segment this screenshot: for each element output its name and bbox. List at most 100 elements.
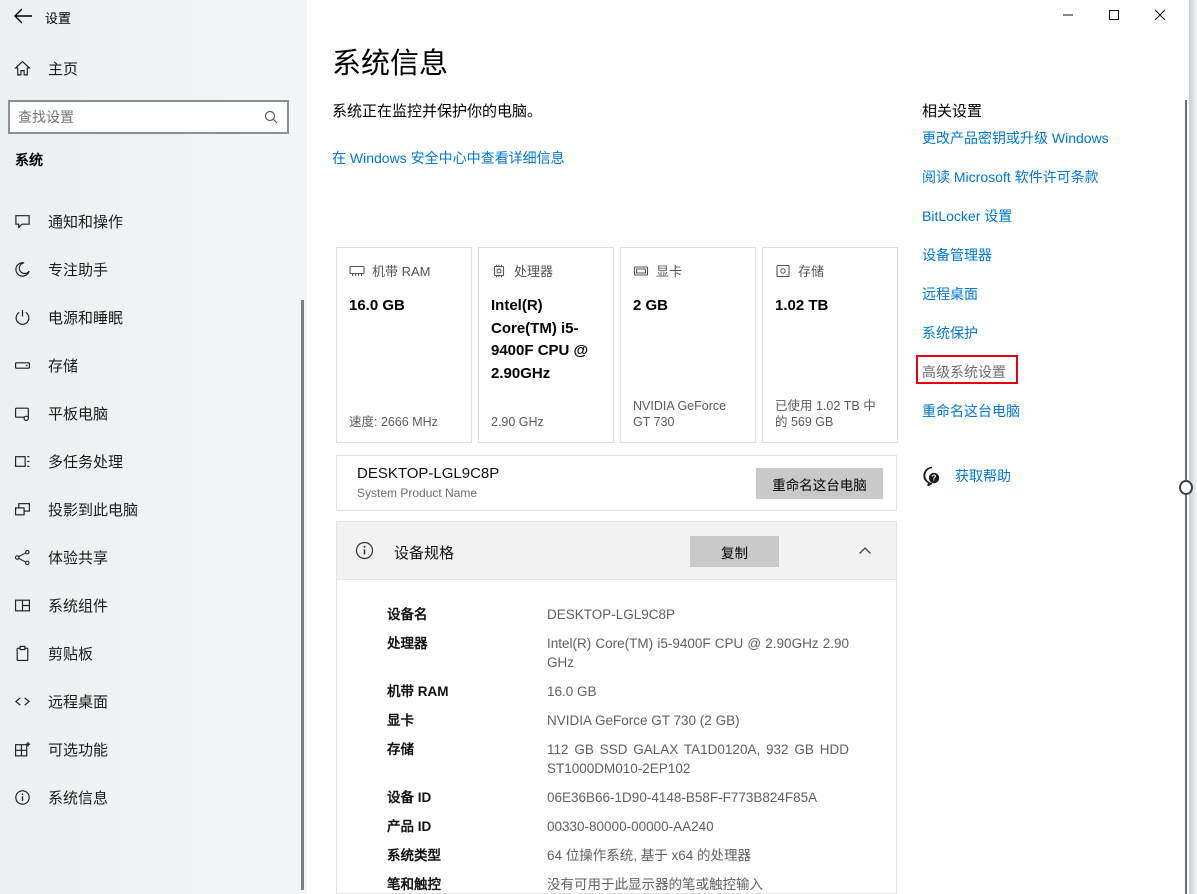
sidebar-item-about[interactable]: 系统信息 xyxy=(0,773,300,821)
get-help-link[interactable]: ? 获取帮助 xyxy=(922,466,1011,486)
settings-window: 设置 主页 系统 通知和操作 xyxy=(0,0,1197,894)
focus-assist-icon xyxy=(14,261,31,278)
link-advanced-system-settings[interactable]: 高级系统设置 xyxy=(922,362,1006,382)
card-gpu: 显卡 2 GB NVIDIA GeForce GT 730 xyxy=(620,247,756,443)
chevron-up-icon[interactable] xyxy=(857,543,873,559)
system-components-icon xyxy=(14,597,31,614)
sidebar-item-label: 剪贴板 xyxy=(48,643,93,664)
card-footer: 速度: 2666 MHz xyxy=(349,414,461,430)
hardware-cards: 机带 RAM 16.0 GB 速度: 2666 MHz 处理器 Intel(R)… xyxy=(336,247,898,443)
sidebar-item-notifications[interactable]: 通知和操作 xyxy=(0,197,300,245)
sidebar-section-title: 系统 xyxy=(15,150,43,170)
sidebar-item-system-components[interactable]: 系统组件 xyxy=(0,581,300,629)
spec-row: 处理器 Intel(R) Core(TM) i5-9400F CPU @ 2.9… xyxy=(387,634,896,672)
svg-text:?: ? xyxy=(932,474,937,483)
sidebar-item-remote-desktop[interactable]: 远程桌面 xyxy=(0,677,300,725)
card-footer: NVIDIA GeForce GT 730 xyxy=(633,398,745,431)
card-footer: 已使用 1.02 TB 中的 569 GB xyxy=(775,398,887,431)
page-subtitle: 系统正在监控并保护你的电脑。 xyxy=(332,100,542,121)
gpu-icon xyxy=(633,264,649,278)
sidebar-item-label: 体验共享 xyxy=(48,547,108,568)
card-storage: 存储 1.02 TB 已使用 1.02 TB 中的 569 GB xyxy=(762,247,898,443)
card-label: 显卡 xyxy=(656,261,682,280)
link-bitlocker-settings[interactable]: BitLocker 设置 xyxy=(922,206,1012,226)
sidebar-item-label: 系统组件 xyxy=(48,595,108,616)
maximize-button[interactable] xyxy=(1091,0,1137,30)
card-value: 2 GB xyxy=(633,295,743,318)
sidebar-item-label: 投影到此电脑 xyxy=(48,499,138,520)
storage-icon xyxy=(14,357,31,374)
sidebar-item-tablet[interactable]: 平板电脑 xyxy=(0,389,300,437)
device-name-panel: DESKTOP-LGL9C8P System Product Name 重命名这… xyxy=(336,455,897,511)
sidebar-item-home[interactable]: 主页 xyxy=(14,58,78,79)
tablet-icon xyxy=(14,405,31,422)
optional-features-icon xyxy=(14,741,31,758)
sidebar-item-label: 电源和睡眠 xyxy=(48,307,123,328)
projecting-icon xyxy=(14,501,31,518)
sidebar-home-label: 主页 xyxy=(48,58,78,79)
sidebar-nav: 通知和操作 专注助手 电源和睡眠 存储 xyxy=(0,197,300,821)
close-button[interactable] xyxy=(1137,0,1183,30)
sidebar-scrollbar[interactable] xyxy=(301,300,304,890)
spec-row: 设备 ID 06E36B66-1D90-4148-B58F-F773B824F8… xyxy=(387,788,896,807)
related-settings-title: 相关设置 xyxy=(922,100,982,121)
link-read-license-terms[interactable]: 阅读 Microsoft 软件许可条款 xyxy=(922,167,1099,187)
device-specs-table: 设备名 DESKTOP-LGL9C8P 处理器 Intel(R) Core(TM… xyxy=(337,580,896,894)
disk-icon xyxy=(775,264,791,278)
remote-desktop-icon xyxy=(14,693,31,710)
sidebar-item-multitasking[interactable]: 多任务处理 xyxy=(0,437,300,485)
sidebar-item-label: 可选功能 xyxy=(48,739,108,760)
link-remote-desktop[interactable]: 远程桌面 xyxy=(922,284,978,304)
sidebar-item-focus-assist[interactable]: 专注助手 xyxy=(0,245,300,293)
copy-button[interactable]: 复制 xyxy=(690,536,779,567)
spec-row: 存储 112 GB SSD GALAX TA1D0120A, 932 GB HD… xyxy=(387,740,896,778)
device-name: DESKTOP-LGL9C8P xyxy=(357,465,499,482)
sidebar-item-label: 存储 xyxy=(48,355,78,376)
sidebar-item-label: 平板电脑 xyxy=(48,403,108,424)
app-title: 设置 xyxy=(45,8,71,27)
info-icon xyxy=(355,541,374,560)
home-icon xyxy=(14,60,31,77)
link-change-product-key[interactable]: 更改产品密钥或升级 Windows xyxy=(922,128,1109,148)
search-box xyxy=(8,100,289,134)
card-label: 存储 xyxy=(798,261,824,280)
sidebar-item-projecting[interactable]: 投影到此电脑 xyxy=(0,485,300,533)
sidebar-item-label: 通知和操作 xyxy=(48,211,123,232)
sidebar-item-optional-features[interactable]: 可选功能 xyxy=(0,725,300,773)
help-bubble-icon: ? xyxy=(922,466,942,486)
card-footer: 2.90 GHz xyxy=(491,414,603,430)
power-icon xyxy=(14,309,31,326)
sidebar-item-storage[interactable]: 存储 xyxy=(0,341,300,389)
shared-experiences-icon xyxy=(14,549,31,566)
security-center-link[interactable]: 在 Windows 安全中心中查看详细信息 xyxy=(332,148,565,168)
spec-row: 机带 RAM 16.0 GB xyxy=(387,682,896,701)
search-icon[interactable] xyxy=(263,109,287,125)
multitasking-icon xyxy=(14,453,31,470)
rename-pc-button[interactable]: 重命名这台电脑 xyxy=(756,468,883,499)
sidebar-item-clipboard[interactable]: 剪贴板 xyxy=(0,629,300,677)
edge-circle-marker xyxy=(1179,480,1193,495)
card-ram: 机带 RAM 16.0 GB 速度: 2666 MHz xyxy=(336,247,472,443)
sidebar-item-shared-experiences[interactable]: 体验共享 xyxy=(0,533,300,581)
minimize-button[interactable] xyxy=(1045,0,1091,30)
clipboard-icon xyxy=(14,645,31,662)
back-button[interactable] xyxy=(13,7,33,25)
link-device-manager[interactable]: 设备管理器 xyxy=(922,245,992,265)
spec-row: 产品 ID 00330-80000-00000-AA240 xyxy=(387,817,896,836)
search-input[interactable] xyxy=(10,109,263,125)
spec-row: 系统类型 64 位操作系统, 基于 x64 的处理器 xyxy=(387,846,896,865)
link-rename-this-pc[interactable]: 重命名这台电脑 xyxy=(922,401,1020,421)
device-product-name: System Product Name xyxy=(357,486,477,500)
sidebar-item-power-sleep[interactable]: 电源和睡眠 xyxy=(0,293,300,341)
card-value: 1.02 TB xyxy=(775,295,885,318)
device-specs-header[interactable]: 设备规格 复制 xyxy=(337,522,896,580)
cpu-icon xyxy=(491,264,507,278)
sidebar: 设置 主页 系统 通知和操作 xyxy=(0,0,307,894)
page-title: 系统信息 xyxy=(332,40,448,82)
main-scrollbar[interactable] xyxy=(1185,100,1187,894)
link-system-protection[interactable]: 系统保护 xyxy=(922,323,978,343)
spec-row: 设备名 DESKTOP-LGL9C8P xyxy=(387,605,896,624)
sidebar-item-label: 远程桌面 xyxy=(48,691,108,712)
sidebar-item-label: 多任务处理 xyxy=(48,451,123,472)
about-icon xyxy=(14,789,31,806)
